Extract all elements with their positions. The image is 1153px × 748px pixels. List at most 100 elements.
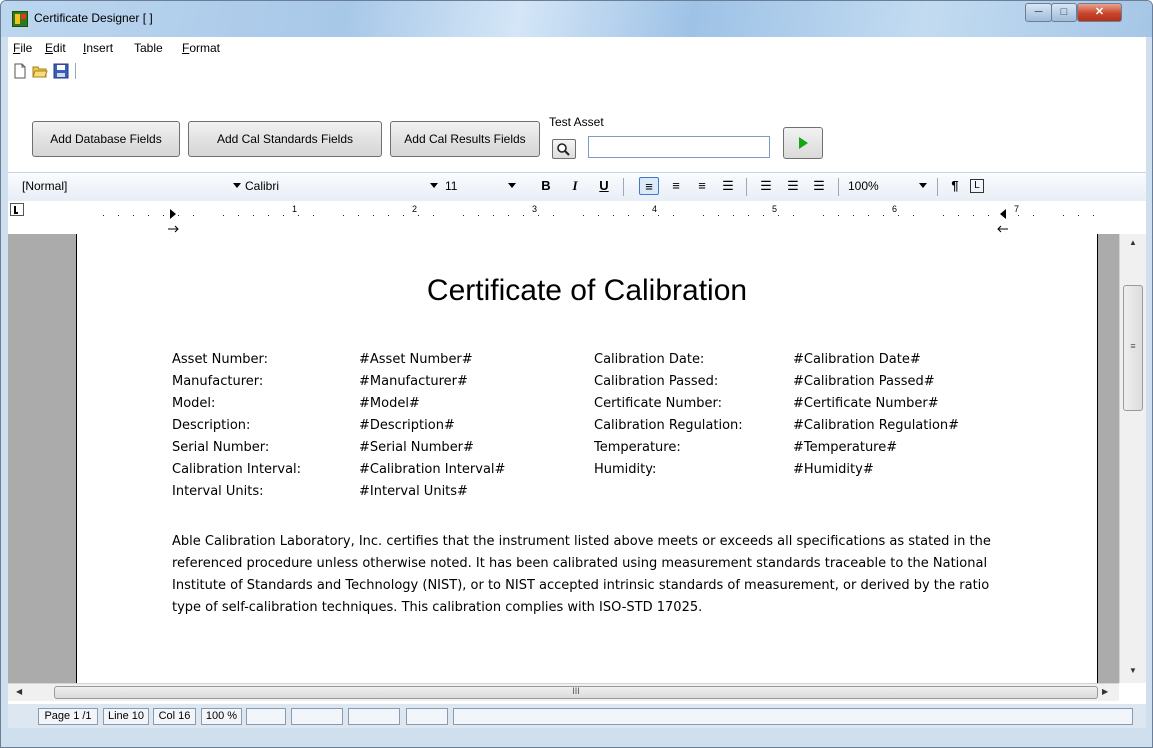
ruler-tick [193,215,194,216]
save-disk-icon[interactable] [53,63,69,79]
zoom-dropdown-arrow-icon[interactable] [919,183,927,188]
magnifier-icon [557,143,570,156]
numbered-list-icon[interactable]: ☰ [783,177,803,195]
field-label[interactable]: Description: [172,418,250,433]
vertical-scroll-thumb[interactable]: ≡ [1123,285,1143,411]
add-cal-results-fields-button[interactable]: Add Cal Results Fields [390,121,540,157]
title-bar[interactable]: Certificate Designer [ ] ─ □ ✕ [1,1,1152,37]
format-toolbar: [Normal] Calibri 11 B I U ≡ ≡ ≡ ☰ ☰ ☰ ☰ … [8,172,1146,202]
ruler-tick [853,215,854,216]
field-label[interactable]: Certificate Number: [594,396,722,411]
field-placeholder[interactable]: #Asset Number# [359,352,473,367]
align-left-icon[interactable]: ≡ [639,177,659,195]
multilevel-list-icon[interactable]: ☰ [809,177,829,195]
toolbar-separator [75,63,76,79]
align-center-icon[interactable]: ≡ [666,177,686,195]
scroll-up-arrow-icon[interactable]: ▲ [1129,238,1137,247]
field-placeholder[interactable]: #Model# [359,396,420,411]
field-placeholder[interactable]: #Calibration Regulation# [793,418,959,433]
right-indent-marker-icon[interactable] [996,201,1008,233]
field-label[interactable]: Humidity: [594,462,656,477]
italic-button[interactable]: I [565,177,585,195]
maximize-button[interactable]: □ [1051,3,1077,22]
scroll-down-arrow-icon[interactable]: ▼ [1129,666,1137,675]
status-empty [291,708,343,725]
document-page[interactable]: Certificate of Calibration Asset Number:… [76,234,1098,683]
bold-button[interactable]: B [536,177,556,195]
search-asset-button[interactable] [552,139,576,159]
horizontal-scrollbar[interactable]: ◀ III ▶ [8,683,1119,701]
ruler-tick [1018,215,1019,216]
field-placeholder[interactable]: #Humidity# [793,462,874,477]
font-select[interactable]: Calibri [245,179,279,193]
ruler-tick [988,215,989,216]
ruler-row: 1 2 3 4 5 6 7 [8,201,1146,234]
menu-insert[interactable]: Insert [83,41,113,55]
field-placeholder[interactable]: #Calibration Date# [793,352,921,367]
window-frame-bottom [8,728,1146,742]
justify-icon[interactable]: ☰ [718,177,738,195]
field-label[interactable]: Serial Number: [172,440,269,455]
field-label[interactable]: Temperature: [594,440,681,455]
new-document-icon[interactable] [12,63,28,79]
style-dropdown-arrow-icon[interactable] [233,183,241,188]
field-placeholder[interactable]: #Manufacturer# [359,374,468,389]
document-area[interactable]: Certificate of Calibration Asset Number:… [8,234,1119,683]
menu-edit[interactable]: Edit [45,41,66,55]
field-placeholder[interactable]: #Temperature# [793,440,897,455]
ruler-tick [1093,215,1094,216]
field-label[interactable]: Calibration Interval: [172,462,301,477]
add-cal-standards-fields-button[interactable]: Add Cal Standards Fields [188,121,382,157]
bullet-list-icon[interactable]: ☰ [756,177,776,195]
zoom-select[interactable]: 100% [848,179,879,193]
field-label[interactable]: Calibration Passed: [594,374,718,389]
font-dropdown-arrow-icon[interactable] [430,183,438,188]
close-button[interactable]: ✕ [1077,3,1122,22]
field-placeholder[interactable]: #Calibration Passed# [793,374,935,389]
field-placeholder[interactable]: #Certificate Number# [793,396,939,411]
style-select[interactable]: [Normal] [22,179,67,193]
vertical-scrollbar[interactable]: ▲ ≡ ▼ [1119,234,1146,683]
align-right-icon[interactable]: ≡ [692,177,712,195]
tab-stop-icon[interactable]: L [970,179,984,193]
ruler-tick [673,215,674,216]
horizontal-ruler[interactable]: 1 2 3 4 5 6 7 [76,201,1096,233]
show-formatting-button[interactable]: ¶ [945,177,965,195]
field-label[interactable]: Calibration Date: [594,352,704,367]
ruler-tick [1063,215,1064,216]
field-placeholder[interactable]: #Serial Number# [359,440,474,455]
certificate-title[interactable]: Certificate of Calibration [77,274,1097,308]
field-label[interactable]: Model: [172,396,215,411]
certification-paragraph[interactable]: Able Calibration Laboratory, Inc. certif… [172,531,1007,619]
scroll-left-arrow-icon[interactable]: ◀ [16,687,22,696]
add-database-fields-button[interactable]: Add Database Fields [32,121,180,157]
ruler-tick [1078,215,1079,216]
open-folder-icon[interactable] [32,63,48,79]
ruler-number: 1 [292,204,298,214]
run-test-button[interactable] [783,127,823,159]
horizontal-scroll-thumb[interactable]: III [54,686,1098,699]
font-size-select[interactable]: 11 [445,179,457,193]
tab-type-selector-icon[interactable] [10,203,24,216]
field-placeholder[interactable]: #Calibration Interval# [359,462,505,477]
minimize-button[interactable]: ─ [1025,3,1052,22]
field-label[interactable]: Asset Number: [172,352,268,367]
field-label[interactable]: Interval Units: [172,484,264,499]
left-indent-marker-icon[interactable] [168,201,180,233]
ruler-tick [868,215,869,216]
status-bar: Page 1 /1 Line 10 Col 16 100 % [8,704,1146,728]
test-asset-input[interactable] [588,136,770,158]
ruler-tick [1003,215,1004,216]
menu-file[interactable]: File [13,41,32,55]
field-label[interactable]: Manufacturer: [172,374,263,389]
menu-format[interactable]: Format [182,41,220,55]
ruler-tick [478,215,479,216]
field-placeholder[interactable]: #Interval Units# [359,484,468,499]
menu-table[interactable]: Table [134,41,163,55]
scroll-right-arrow-icon[interactable]: ▶ [1102,687,1108,696]
underline-button[interactable]: U [594,177,614,195]
ruler-tick [118,215,119,216]
size-dropdown-arrow-icon[interactable] [508,183,516,188]
field-placeholder[interactable]: #Description# [359,418,455,433]
field-label[interactable]: Calibration Regulation: [594,418,743,433]
